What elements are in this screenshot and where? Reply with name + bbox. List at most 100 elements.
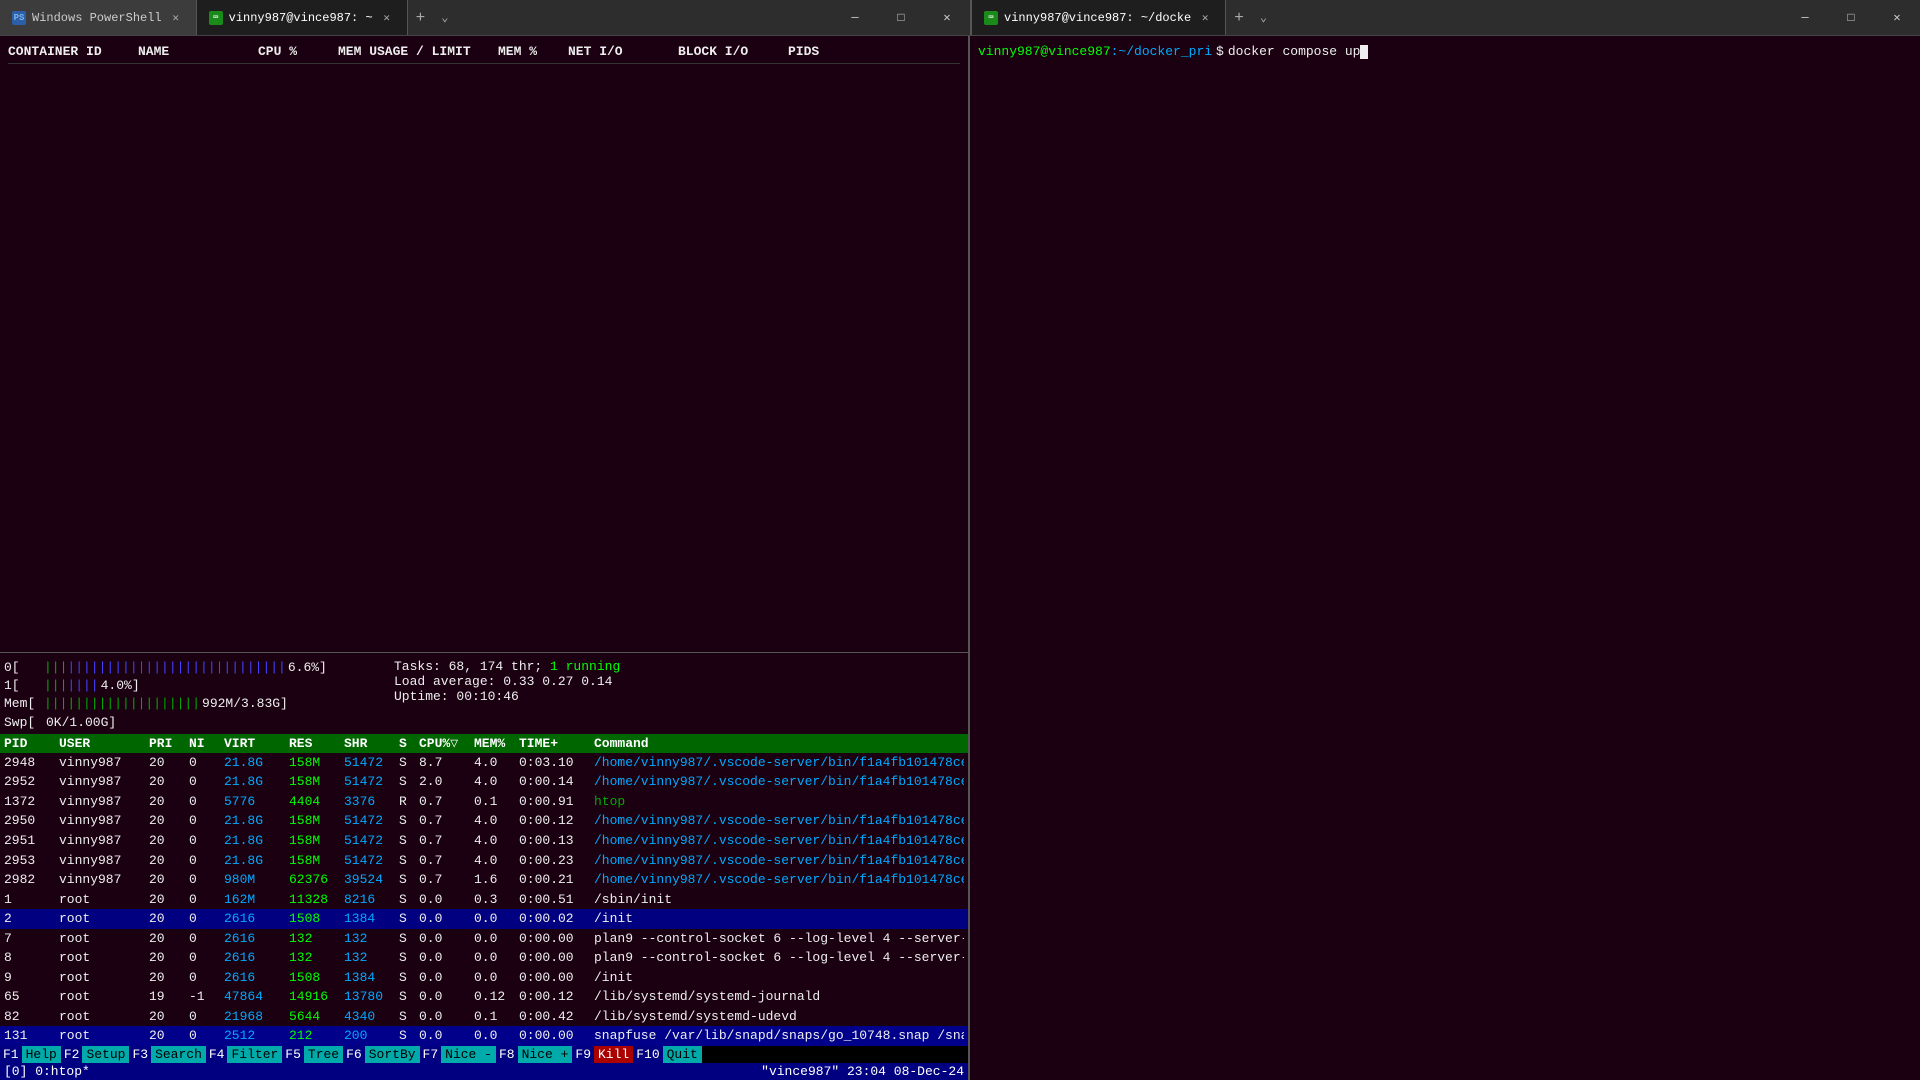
maximize-btn-left[interactable]: □ — [878, 0, 924, 36]
tab-vinny-right[interactable]: ⌨ vinny987@vince987: ~/docke ✕ — [972, 0, 1226, 35]
table-row[interactable]: 65 root 19 -1 47864 14916 13780 S 0.0 0.… — [0, 987, 968, 1007]
cpu0-fill-high: |||||||||||||||||||||||||||| — [67, 659, 285, 677]
table-row[interactable]: 2952 vinny987 20 0 21.8G 158M 51472 S 2.… — [0, 772, 968, 792]
right-window-controls: ─ □ ✕ — [1782, 0, 1920, 36]
tab-vinny-right-label: vinny987@vince987: ~/docke — [1004, 11, 1191, 25]
left-window-controls: ─ □ ✕ — [832, 0, 970, 36]
htop-funcbar: F1 Help F2 Setup F3 Search F4 Filter F5 — [0, 1046, 968, 1063]
func-f8[interactable]: F8 Nice + — [496, 1046, 572, 1063]
ph-mem: MEM% — [474, 736, 519, 751]
table-row[interactable]: 9 root 20 0 2616 1508 1384 S 0.0 0.0 0:0… — [0, 968, 968, 988]
mem-fill: |||||||||||||||||||| — [44, 695, 200, 713]
maximize-btn-right[interactable]: □ — [1828, 0, 1874, 36]
powershell-icon: PS — [12, 11, 26, 25]
table-row[interactable]: 2953 vinny987 20 0 21.8G 158M 51472 S 0.… — [0, 851, 968, 871]
right-window-titlebar: ⌨ vinny987@vince987: ~/docke ✕ + ⌄ ─ □ ✕ — [970, 0, 1920, 36]
mem-meter: Mem[ |||||||||||||||||||| 992M/3.83G] — [4, 695, 374, 713]
htop-area: 0[ ||| |||||||||||||||||||||||||||| 6.6%… — [0, 653, 968, 1080]
table-row[interactable]: 131 root 20 0 2512 212 200 S 0.0 0.0 0:0… — [0, 1026, 968, 1046]
ph-pri: PRI — [149, 736, 189, 751]
ph-cmd: Command — [594, 736, 964, 751]
swp-label: Swp[ — [4, 714, 44, 732]
ph-cpu: CPU%▽ — [419, 736, 474, 751]
table-row[interactable]: 1 root 20 0 162M 11328 8216 S 0.0 0.3 0:… — [0, 890, 968, 910]
table-row[interactable]: 2 root 20 0 2616 1508 1384 S 0.0 0.0 0:0… — [0, 909, 968, 929]
cpu1-percent: 4.0%] — [101, 677, 140, 695]
main-content: CONTAINER ID NAME CPU % MEM USAGE / LIMI… — [0, 36, 1920, 1080]
docker-stats-header: CONTAINER ID NAME CPU % MEM USAGE / LIMI… — [8, 40, 960, 64]
ph-virt: VIRT — [224, 736, 289, 751]
tab-chevron-left[interactable]: ⌄ — [433, 10, 456, 25]
table-row[interactable]: 2951 vinny987 20 0 21.8G 158M 51472 S 0.… — [0, 831, 968, 851]
terminal-icon-left: ⌨ — [209, 11, 223, 25]
htop-meters: 0[ ||| |||||||||||||||||||||||||||| 6.6%… — [0, 657, 968, 734]
htop-right-meters: Tasks: 68, 174 thr; 1 running Load avera… — [374, 659, 964, 732]
table-row[interactable]: 8 root 20 0 2616 132 132 S 0.0 0.0 0:00.… — [0, 948, 968, 968]
minimize-btn-left[interactable]: ─ — [832, 0, 878, 36]
tasks-line: Tasks: 68, 174 thr; 1 running — [394, 659, 964, 674]
minimize-btn-right[interactable]: ─ — [1782, 0, 1828, 36]
func-f6[interactable]: F6 SortBy — [343, 1046, 419, 1063]
uptime-line: Uptime: 00:10:46 — [394, 689, 964, 704]
header-pids: PIDS — [788, 44, 838, 59]
func-f4[interactable]: F4 Filter — [206, 1046, 282, 1063]
func-f2[interactable]: F2 Setup — [61, 1046, 130, 1063]
prompt-user: vinny987@vince987 — [978, 44, 1111, 59]
htop-status-bar: [0] 0:htop* "vince987" 23:04 08-Dec-24 — [0, 1063, 968, 1080]
cpu0-fill-low: ||| — [44, 659, 67, 677]
left-window-titlebar: PS Windows PowerShell ✕ ⌨ vinny987@vince… — [0, 0, 970, 36]
left-panel: CONTAINER ID NAME CPU % MEM USAGE / LIMI… — [0, 36, 970, 1080]
right-panel: vinny987@vince987:~/docker_pri$ docker c… — [970, 36, 1920, 1080]
header-mem-pct: MEM % — [498, 44, 568, 59]
mem-label: Mem[ — [4, 695, 44, 713]
ph-time: TIME+ — [519, 736, 594, 751]
tab-vinny-left-label: vinny987@vince987: ~ — [229, 11, 373, 25]
header-mem-usage: MEM USAGE / LIMIT — [338, 44, 498, 59]
func-f1[interactable]: F1 Help — [0, 1046, 61, 1063]
tab-powershell-label: Windows PowerShell — [32, 11, 162, 25]
ph-shr: SHR — [344, 736, 399, 751]
func-f5[interactable]: F5 Tree — [282, 1046, 343, 1063]
prompt-path: :~/docker_pri — [1111, 44, 1212, 59]
table-row[interactable]: 82 root 20 0 21968 5644 4340 S 0.0 0.1 0… — [0, 1007, 968, 1027]
tab-add-left[interactable]: + — [408, 9, 434, 27]
close-btn-left[interactable]: ✕ — [924, 0, 970, 36]
cpu0-meter: 0[ ||| |||||||||||||||||||||||||||| 6.6%… — [4, 659, 374, 677]
tab-vinny-right-close[interactable]: ✕ — [1197, 10, 1213, 26]
tab-vinny-left-close[interactable]: ✕ — [379, 10, 395, 26]
title-bar-row: PS Windows PowerShell ✕ ⌨ vinny987@vince… — [0, 0, 1920, 36]
func-f10[interactable]: F10 Quit — [633, 1046, 702, 1063]
func-f7[interactable]: F7 Nice - — [420, 1046, 496, 1063]
cpu1-meter: 1[ ||| |||| 4.0%] — [4, 677, 374, 695]
table-row[interactable]: 2982 vinny987 20 0 980M 62376 39524 S 0.… — [0, 870, 968, 890]
table-row[interactable]: 2950 vinny987 20 0 21.8G 158M 51472 S 0.… — [0, 811, 968, 831]
table-row[interactable]: 7 root 20 0 2616 132 132 S 0.0 0.0 0:00.… — [0, 929, 968, 949]
header-block: BLOCK I/O — [678, 44, 788, 59]
header-name: NAME — [138, 44, 258, 59]
prompt-line: vinny987@vince987:~/docker_pri$ docker c… — [978, 44, 1912, 59]
tasks-running: 1 running — [550, 659, 620, 674]
cpu1-fill-low: ||| — [44, 677, 67, 695]
terminal-icon-right: ⌨ — [984, 11, 998, 25]
htop-left-meters: 0[ ||| |||||||||||||||||||||||||||| 6.6%… — [4, 659, 374, 732]
tab-vinny-left[interactable]: ⌨ vinny987@vince987: ~ ✕ — [197, 0, 408, 35]
table-row[interactable]: 1372 vinny987 20 0 5776 4404 3376 R 0.7 … — [0, 792, 968, 812]
tab-add-right[interactable]: + — [1226, 9, 1252, 27]
table-row[interactable]: 2948 vinny987 20 0 21.8G 158M 51472 S 8.… — [0, 753, 968, 773]
func-f9[interactable]: F9 Kill — [572, 1046, 633, 1063]
tab-chevron-right[interactable]: ⌄ — [1252, 10, 1275, 25]
cpu0-label: 0[ — [4, 659, 44, 677]
cpu1-fill-high: |||| — [67, 677, 98, 695]
docker-stats-area: CONTAINER ID NAME CPU % MEM USAGE / LIMI… — [0, 36, 968, 652]
close-btn-right[interactable]: ✕ — [1874, 0, 1920, 36]
load-line: Load average: 0.33 0.27 0.14 — [394, 674, 964, 689]
right-terminal-content: vinny987@vince987:~/docker_pri$ docker c… — [970, 36, 1920, 1080]
func-f3[interactable]: F3 Search — [129, 1046, 205, 1063]
header-cpu: CPU % — [258, 44, 338, 59]
swp-meter: Swp[ 0K/1.00G] — [4, 714, 374, 732]
process-header: PID USER PRI NI VIRT RES SHR S CPU%▽ MEM… — [0, 734, 968, 753]
tab-powershell[interactable]: PS Windows PowerShell ✕ — [0, 0, 197, 35]
ph-ni: NI — [189, 736, 224, 751]
tab-powershell-close[interactable]: ✕ — [168, 10, 184, 26]
terminal-cursor — [1360, 45, 1368, 59]
